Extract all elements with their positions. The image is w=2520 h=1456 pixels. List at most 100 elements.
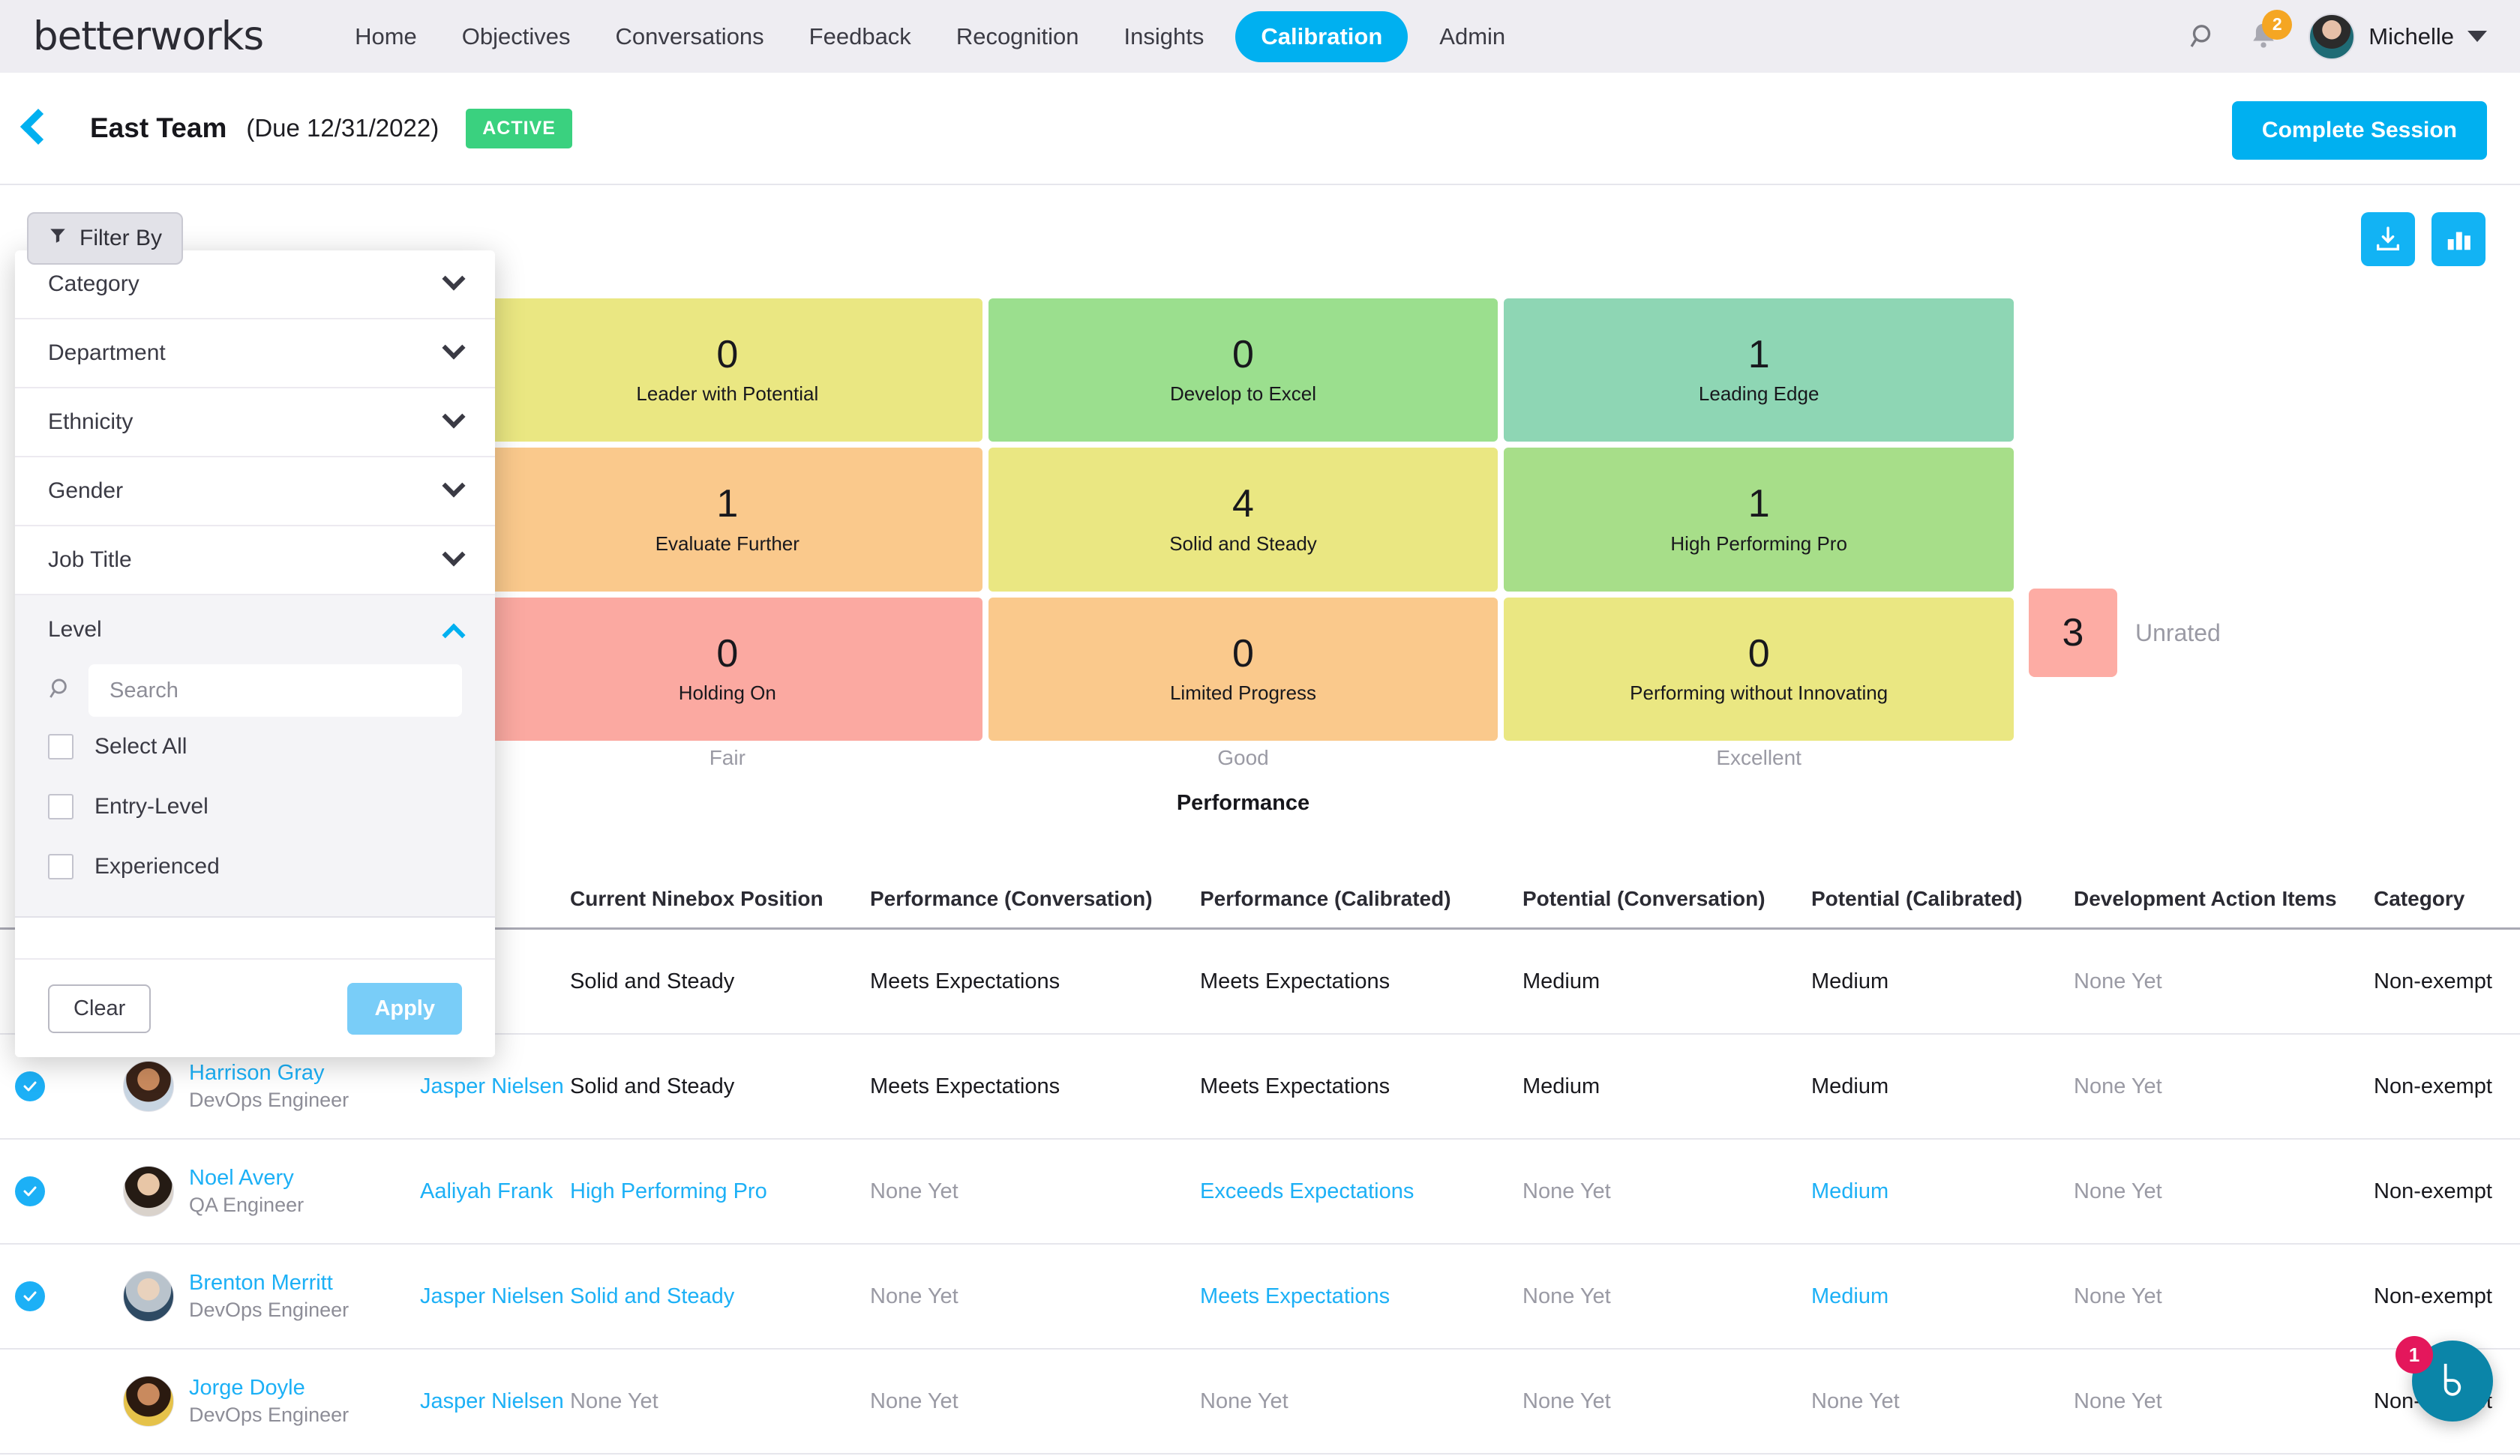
person-cell: Noel AveryQA Engineer <box>60 1164 420 1218</box>
filter-section-department[interactable]: Department <box>15 319 495 388</box>
filter-by-button[interactable]: Filter By <box>27 212 183 265</box>
manager-cell[interactable]: Aaliyah Frank <box>420 1179 570 1204</box>
bar-chart-icon[interactable] <box>2432 212 2486 266</box>
filter-option-entry-level[interactable]: Entry-Level <box>15 777 495 837</box>
toolbar-right-actions <box>2361 212 2486 266</box>
checkbox-icon[interactable] <box>48 794 74 819</box>
cell-count: 1 <box>1748 334 1770 376</box>
chevron-down-icon <box>442 474 465 497</box>
potential-calibrated-cell[interactable]: Medium <box>1811 1179 2074 1204</box>
brand-logo[interactable]: betterworks <box>33 13 263 59</box>
potential-conversation-cell: Medium <box>1522 969 1811 994</box>
filter-section-label: Job Title <box>48 547 132 573</box>
nav-item-recognition[interactable]: Recognition <box>934 23 1102 50</box>
download-icon[interactable] <box>2361 212 2415 266</box>
back-chevron-left-icon[interactable] <box>20 109 56 145</box>
ninebox-cell-leader-with-potential[interactable]: 0 Leader with Potential <box>472 298 982 442</box>
filter-option-experienced[interactable]: Experienced <box>15 837 495 897</box>
current-ninebox-position-cell: Solid and Steady <box>570 1074 870 1099</box>
avatar <box>123 1271 174 1322</box>
ninebox-cell-leading-edge[interactable]: 1 Leading Edge <box>1504 298 2014 442</box>
person-name-link[interactable]: Noel Avery <box>189 1164 304 1191</box>
complete-session-button[interactable]: Complete Session <box>2232 101 2487 160</box>
notification-badge: 2 <box>2262 10 2292 40</box>
ninebox-cell-performing-without-innovating[interactable]: 0 Performing without Innovating <box>1504 598 2014 741</box>
table-row[interactable]: Jorge DoyleDevOps EngineerJasper Nielsen… <box>0 1350 2520 1455</box>
filter-section-ethnicity[interactable]: Ethnicity <box>15 388 495 457</box>
header-potential-conversation: Potential (Conversation) <box>1522 887 1811 911</box>
user-menu[interactable]: Michelle <box>2308 13 2487 60</box>
table-row[interactable]: Brenton MerrittDevOps EngineerJasper Nie… <box>0 1245 2520 1350</box>
chat-launcher-button[interactable]: 1 <box>2412 1341 2493 1422</box>
ninebox-cell-evaluate-further[interactable]: 1 Evaluate Further <box>472 448 982 591</box>
unrated-summary[interactable]: 3 Unrated <box>2029 589 2221 677</box>
manager-cell[interactable]: Jasper Nielsen <box>420 1074 570 1099</box>
manager-cell[interactable]: Jasper Nielsen <box>420 1284 570 1309</box>
filter-section-gender[interactable]: Gender <box>15 457 495 526</box>
current-ninebox-position-cell[interactable]: Solid and Steady <box>570 1284 870 1309</box>
chevron-down-icon <box>442 543 465 566</box>
filter-section-label: Category <box>48 271 140 297</box>
x-tick-good: Good <box>988 746 1498 770</box>
cell-label: Holding On <box>679 682 776 705</box>
nav-item-objectives[interactable]: Objectives <box>440 23 593 50</box>
manager-cell[interactable]: Jasper Nielsen <box>420 1389 570 1414</box>
row-select-cell <box>0 1281 60 1311</box>
performance-calibrated-cell[interactable]: Exceeds Expectations <box>1200 1179 1522 1204</box>
ninebox-cell-develop-to-excel[interactable]: 0 Develop to Excel <box>988 298 1498 442</box>
nav-item-home[interactable]: Home <box>332 23 440 50</box>
row-select-cell <box>0 1386 60 1416</box>
cell-label: High Performing Pro <box>1670 532 1847 556</box>
checkbox-unchecked-icon[interactable] <box>15 1386 45 1416</box>
potential-calibrated-cell[interactable]: Medium <box>1811 1284 2074 1309</box>
search-icon[interactable] <box>2188 22 2218 52</box>
cell-label: Limited Progress <box>1170 682 1316 705</box>
nav-item-insights[interactable]: Insights <box>1102 23 1227 50</box>
person-name-link[interactable]: Harrison Gray <box>189 1059 349 1086</box>
nav-item-conversations[interactable]: Conversations <box>593 23 787 50</box>
ninebox-cell-holding-on[interactable]: 0 Holding On <box>472 598 982 741</box>
checkbox-checked-icon[interactable] <box>15 1281 45 1311</box>
person-name-link[interactable]: Brenton Merritt <box>189 1269 349 1296</box>
unrated-count: 3 <box>2029 589 2117 677</box>
checkbox-checked-icon[interactable] <box>15 1176 45 1206</box>
performance-calibrated-cell: None Yet <box>1200 1389 1522 1414</box>
ninebox-cell-limited-progress[interactable]: 0 Limited Progress <box>988 598 1498 741</box>
performance-calibrated-cell: Meets Expectations <box>1200 969 1522 994</box>
clear-button[interactable]: Clear <box>48 984 151 1033</box>
apply-button[interactable]: Apply <box>347 983 462 1035</box>
ninebox-cell-solid-and-steady[interactable]: 4 Solid and Steady <box>988 448 1498 591</box>
potential-calibrated-cell: None Yet <box>1811 1389 2074 1414</box>
chevron-down-icon <box>442 267 465 290</box>
development-action-items-cell: None Yet <box>2074 1389 2374 1414</box>
header-performance-conversation: Performance (Conversation) <box>870 887 1200 911</box>
potential-conversation-cell: None Yet <box>1522 1389 1811 1414</box>
performance-calibrated-cell[interactable]: Meets Expectations <box>1200 1284 1522 1309</box>
nav-item-calibration[interactable]: Calibration <box>1235 11 1408 62</box>
nav-item-feedback[interactable]: Feedback <box>787 23 934 50</box>
ninebox-cell-high-performing-pro[interactable]: 1 High Performing Pro <box>1504 448 2014 591</box>
x-axis-title: Performance <box>472 791 2014 816</box>
filter-option-label: Entry-Level <box>94 794 208 819</box>
cell-count: 0 <box>1232 634 1254 675</box>
nav-item-admin[interactable]: Admin <box>1417 23 1528 50</box>
filter-section-job-title[interactable]: Job Title <box>15 526 495 595</box>
filter-section-label: Ethnicity <box>48 409 133 435</box>
filter-option-select-all[interactable]: Select All <box>15 717 495 777</box>
checkbox-icon[interactable] <box>48 734 74 759</box>
page-title: East Team <box>90 112 226 144</box>
person-cell: Jorge DoyleDevOps Engineer <box>60 1374 420 1428</box>
status-badge: ACTIVE <box>466 109 572 148</box>
person-name-link[interactable]: Jorge Doyle <box>189 1374 349 1401</box>
potential-conversation-cell: None Yet <box>1522 1284 1811 1309</box>
current-ninebox-position-cell[interactable]: High Performing Pro <box>570 1179 870 1204</box>
cell-count: 0 <box>716 634 738 675</box>
header-potential-calibrated: Potential (Calibrated) <box>1811 887 2074 911</box>
filter-section-level[interactable]: Level <box>15 595 495 664</box>
table-row[interactable]: Noel AveryQA EngineerAaliyah FrankHigh P… <box>0 1140 2520 1245</box>
checkbox-icon[interactable] <box>48 854 74 879</box>
checkbox-checked-icon[interactable] <box>15 1071 45 1101</box>
filter-section-label: Gender <box>48 478 123 504</box>
bell-icon[interactable]: 2 <box>2247 20 2280 53</box>
filter-search-input[interactable] <box>88 664 462 717</box>
